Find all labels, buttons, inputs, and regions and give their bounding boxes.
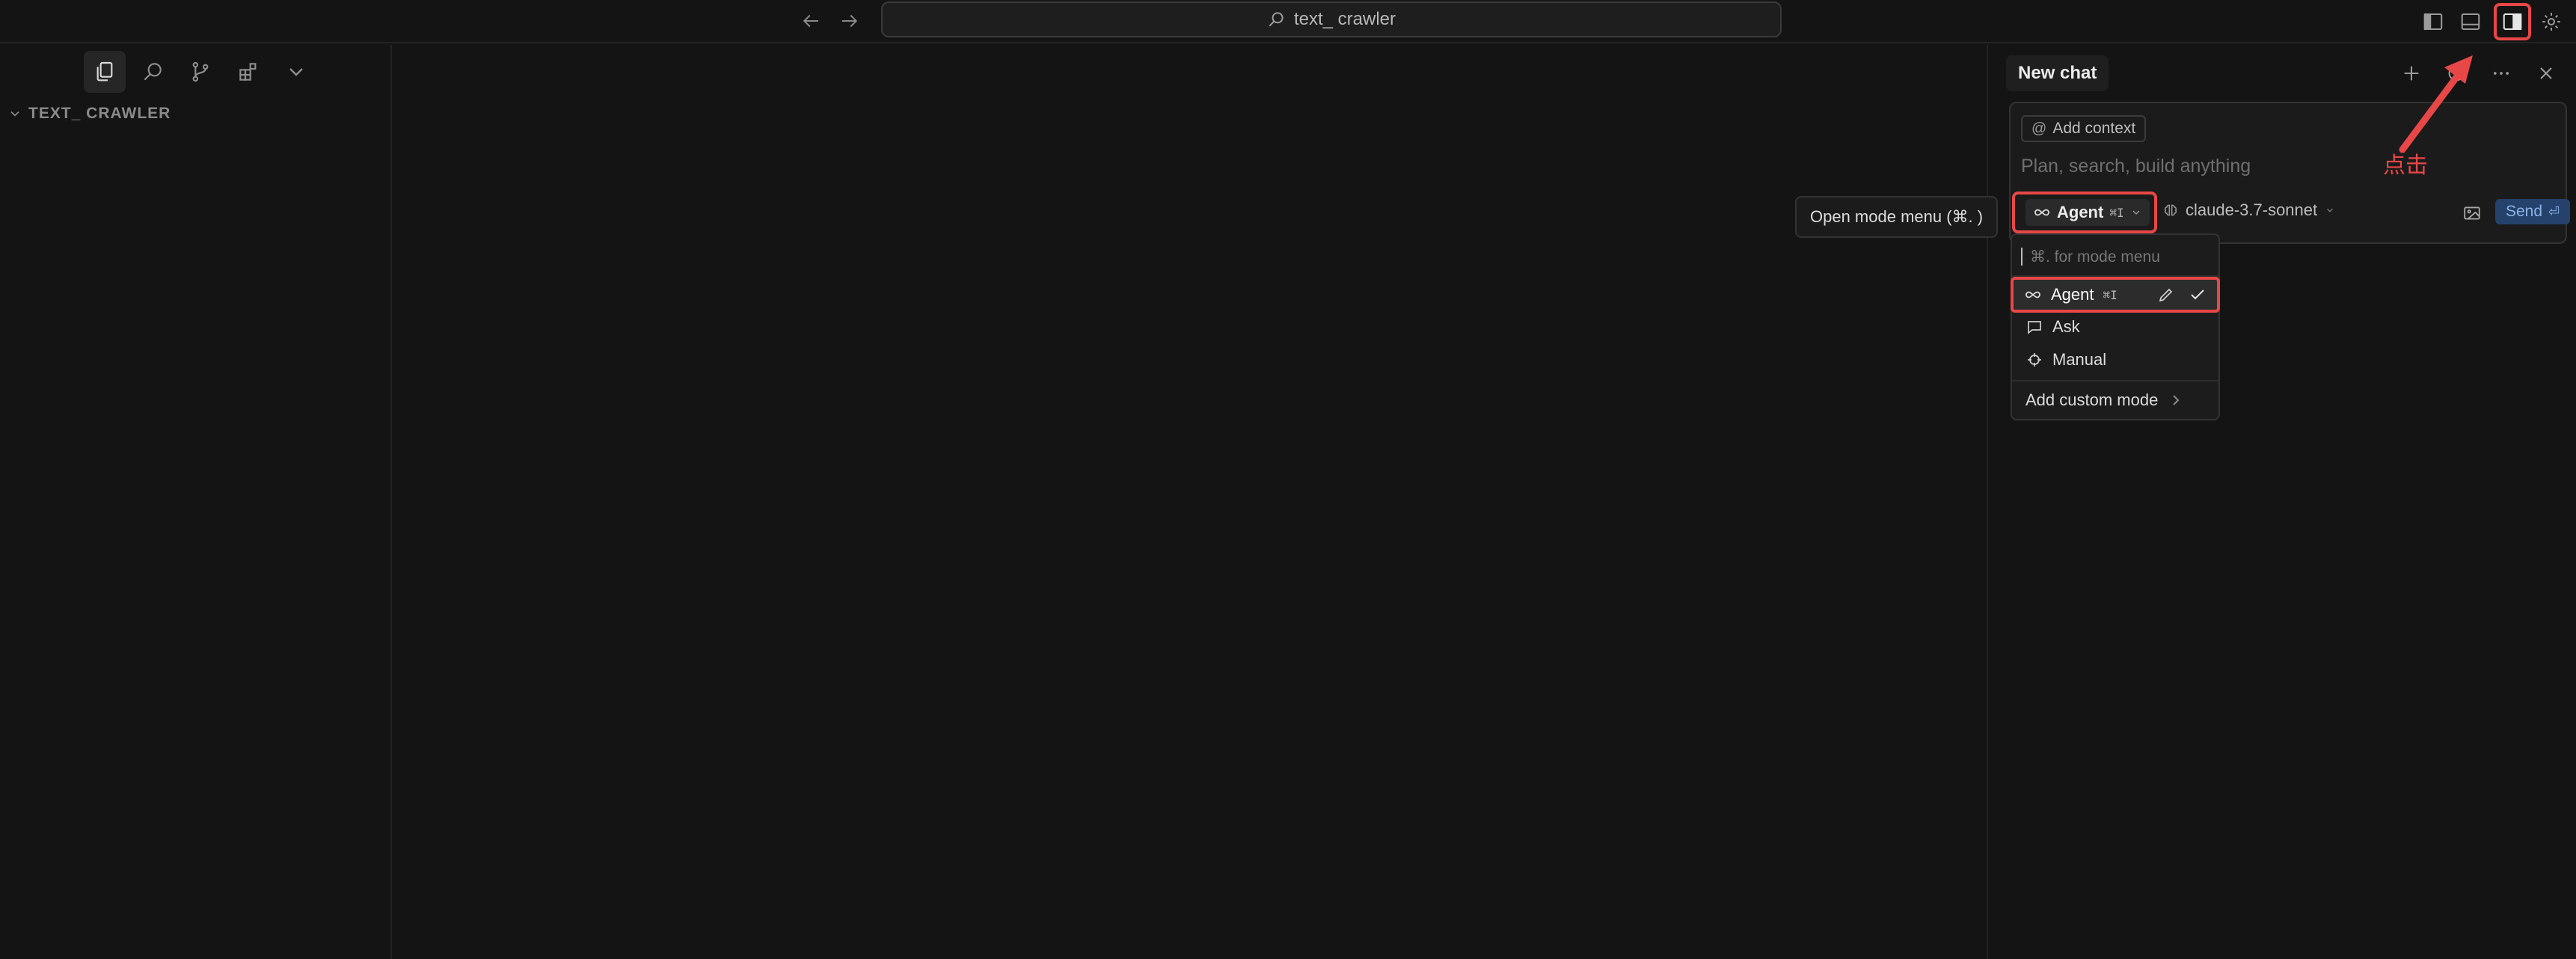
- tooltip-text: Open mode menu (⌘. ): [1810, 207, 1984, 226]
- chat-tab-label: New chat: [2018, 63, 2097, 83]
- search-bar-text: text_ crawler: [1293, 9, 1396, 29]
- sidebar-toolbar: [84, 51, 317, 93]
- arrow-right-icon: [842, 14, 858, 28]
- mode-selector-chip: Agent ⌘I: [2025, 199, 2150, 226]
- add-custom-mode-item[interactable]: Add custom mode: [2015, 384, 2215, 416]
- chevron-down-icon: [10, 111, 19, 117]
- add-context-button[interactable]: @ Add context: [2021, 115, 2147, 142]
- send-button[interactable]: Send ⏎: [2495, 199, 2571, 224]
- explorer-sidebar: TEXT_ CRAWLER: [0, 45, 392, 959]
- root-folder-label: TEXT_ CRAWLER: [28, 105, 171, 122]
- add-custom-mode-label: Add custom mode: [2025, 390, 2159, 409]
- search-icon: [1269, 12, 1284, 27]
- toggle-secondary-sidebar-button[interactable]: [2494, 3, 2531, 40]
- mode-label: Agent: [2057, 203, 2104, 221]
- source-control-tab[interactable]: [180, 51, 221, 93]
- title-bar: text_ crawler: [0, 0, 2576, 43]
- annotation-click-label: 点击: [2383, 153, 2428, 179]
- chevron-down-icon: [2132, 210, 2140, 215]
- model-selector-button[interactable]: claude-3.7-sonnet: [2163, 200, 2335, 220]
- mode-menu: ⌘. for mode menu Agent ⌘I Ask Manual Add…: [2011, 233, 2220, 420]
- send-label: Send: [2506, 203, 2543, 220]
- mode-item-label: Ask: [2052, 317, 2080, 336]
- gear-icon: [2542, 13, 2560, 31]
- more-options-button[interactable]: [2485, 57, 2518, 90]
- panel-bottom-icon: [2461, 13, 2480, 30]
- explorer-tab[interactable]: [84, 51, 126, 93]
- chat-bubble-icon: [2028, 321, 2041, 334]
- edit-icon[interactable]: [2157, 286, 2175, 304]
- extensions-icon: [239, 63, 257, 81]
- infinity-icon: [2034, 209, 2049, 216]
- brain-icon: [2164, 204, 2177, 216]
- add-context-label: Add context: [2052, 120, 2136, 137]
- mode-menu-search-placeholder: ⌘. for mode menu: [2030, 248, 2160, 266]
- editor-area: [393, 45, 1987, 959]
- chat-composer: @ Add context Agent ⌘I claude-3.7-sonnet: [2009, 102, 2571, 244]
- forward-button[interactable]: [833, 4, 866, 37]
- settings-button[interactable]: [2536, 6, 2567, 37]
- menu-divider: [2012, 380, 2218, 382]
- mode-item-trailing: [2157, 286, 2207, 304]
- command-search-bar[interactable]: text_ crawler: [881, 1, 1782, 37]
- sidebar-left-icon: [2423, 13, 2443, 30]
- chevron-down-icon: [289, 68, 303, 76]
- annotation-arrow: [2399, 55, 2473, 153]
- extensions-tab[interactable]: [227, 51, 269, 93]
- image-icon: [2464, 206, 2480, 220]
- close-icon: [2540, 67, 2552, 79]
- enter-icon: ⏎: [2548, 203, 2560, 219]
- at-sign-icon: @: [2031, 120, 2047, 137]
- close-panel-button[interactable]: [2530, 57, 2563, 90]
- toggle-panel-button[interactable]: [2455, 6, 2486, 37]
- mode-item-label: Manual: [2052, 350, 2107, 369]
- explorer-icon: [96, 61, 113, 82]
- mode-menu-search[interactable]: ⌘. for mode menu: [2021, 242, 2208, 271]
- mode-item-shortcut: ⌘I: [2103, 287, 2117, 302]
- search-icon: [144, 63, 162, 81]
- chat-tab-new-chat[interactable]: New chat: [2006, 55, 2109, 91]
- source-control-icon: [192, 61, 209, 82]
- more-views-button[interactable]: [275, 51, 317, 93]
- app-window: text_ crawler TEXT_ CRAWLER New chat @ A…: [0, 0, 2576, 959]
- infinity-icon: [2025, 291, 2040, 298]
- text-cursor: [2021, 248, 2023, 266]
- more-horizontal-icon: [2493, 72, 2509, 75]
- crosshair-icon: [2028, 353, 2041, 367]
- arrow-left-icon: [803, 14, 818, 28]
- sidebar-right-icon: [2503, 13, 2522, 30]
- mode-item-label: Agent: [2051, 285, 2094, 304]
- mode-selector-button[interactable]: Agent ⌘I: [2012, 192, 2157, 233]
- checkmark-icon: [2191, 289, 2204, 300]
- chat-panel: New chat @ Add context Plan, search, bui…: [1987, 45, 2576, 959]
- mode-item-agent[interactable]: Agent ⌘I: [2011, 277, 2220, 313]
- attach-image-button[interactable]: [2459, 200, 2485, 226]
- mode-item-ask[interactable]: Ask: [2015, 311, 2215, 343]
- back-button[interactable]: [794, 4, 827, 37]
- mode-shortcut: ⌘I: [2109, 205, 2124, 220]
- mode-menu-tooltip: Open mode menu (⌘. ): [1795, 196, 1999, 238]
- toggle-primary-sidebar-button[interactable]: [2417, 6, 2449, 37]
- chevron-down-icon: [2327, 208, 2334, 212]
- mode-item-manual[interactable]: Manual: [2015, 344, 2215, 376]
- search-tab[interactable]: [132, 51, 174, 93]
- model-label: claude-3.7-sonnet: [2186, 200, 2318, 219]
- explorer-root-folder[interactable]: TEXT_ CRAWLER: [7, 105, 171, 123]
- chevron-right-icon: [2173, 395, 2180, 405]
